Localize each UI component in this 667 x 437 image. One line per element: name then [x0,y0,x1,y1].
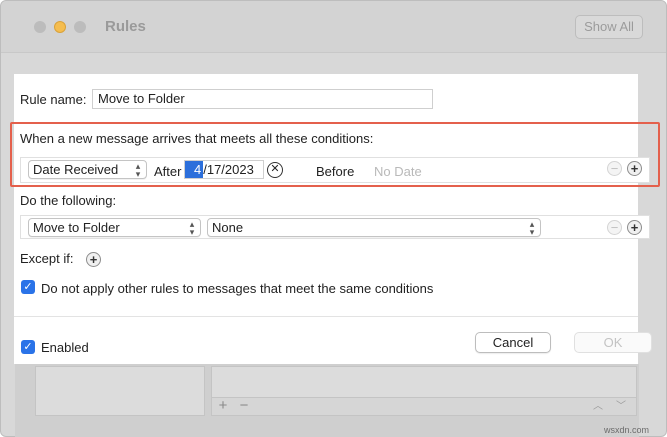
chevron-updown-icon: ▴ ▾ [529,219,535,237]
move-down-icon[interactable]: ﹀ [612,399,630,414]
after-date-input[interactable]: 4/17/2023 [184,160,264,179]
except-if-label: Except if: [20,251,74,266]
no-other-rules-checkbox[interactable]: ✓ [21,280,35,294]
rule-name-label: Rule name: [20,92,87,107]
minimize-window-button[interactable] [54,21,66,33]
remove-action-icon[interactable]: − [607,220,622,235]
rule-name-input[interactable]: Move to Folder [92,89,433,109]
rules-list-left-pane [35,366,205,416]
enabled-checkbox[interactable]: ✓ [21,340,35,354]
close-window-button[interactable] [34,21,46,33]
after-date-month-selected: 4 [185,161,204,178]
show-all-button[interactable]: Show All [575,15,643,39]
clear-date-icon[interactable]: ✕ [267,162,283,178]
actions-heading: Do the following: [20,193,117,208]
no-other-rules-label: Do not apply other rules to messages tha… [41,281,434,296]
target-folder-value: None [212,220,244,235]
action-value: Move to Folder [33,220,120,235]
conditions-heading: When a new message arrives that meets al… [20,131,374,146]
target-folder-popup[interactable]: None ▴ ▾ [207,218,541,237]
enabled-label: Enabled [41,340,89,355]
cancel-button[interactable]: Cancel [475,332,551,353]
before-label: Before [316,164,355,179]
before-date-input[interactable]: No Date [374,164,422,179]
condition-field-popup[interactable]: Date Received ▴ ▾ [28,160,147,179]
window-title: Rules [105,18,146,35]
move-up-icon[interactable]: ︿ [589,399,607,414]
ok-button[interactable]: OK [574,332,652,353]
rules-list-right-pane [211,366,637,398]
rules-list-button-bar [211,397,637,416]
remove-condition-icon[interactable]: − [607,161,622,176]
add-exception-icon[interactable]: + [86,252,101,267]
chevron-updown-icon: ▴ ▾ [135,161,141,179]
title-bar: Rules Show All [1,1,666,53]
add-action-icon[interactable]: + [627,220,642,235]
add-rule-button[interactable]: + [213,398,233,415]
after-label: After [154,164,182,179]
remove-rule-button[interactable]: − [234,398,254,415]
chevron-updown-icon: ▴ ▾ [189,219,195,237]
condition-field-value: Date Received [33,162,119,177]
footer-divider [14,316,638,317]
add-condition-icon[interactable]: + [627,161,642,176]
zoom-window-button[interactable] [74,21,86,33]
watermark-text: wsxdn.com [604,425,650,435]
after-date-rest: /17/2023 [203,162,254,177]
action-popup[interactable]: Move to Folder ▴ ▾ [28,218,201,237]
